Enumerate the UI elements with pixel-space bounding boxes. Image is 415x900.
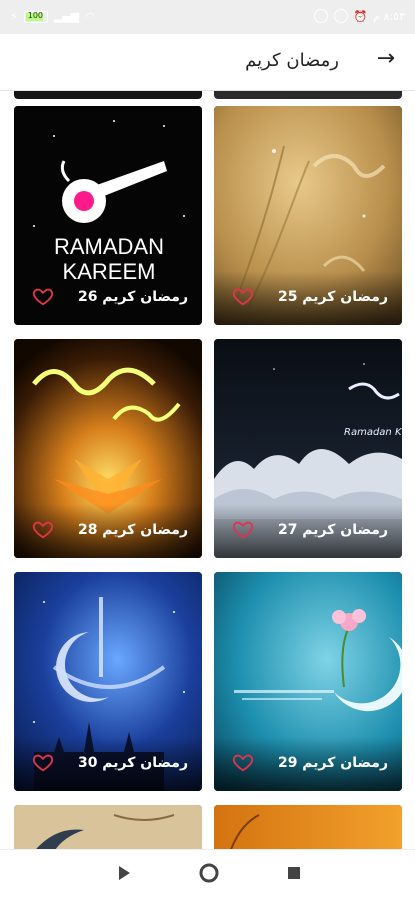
alarm-icon: ⏰ xyxy=(353,9,368,23)
sync-icon xyxy=(313,9,328,23)
page-title: رمضان كريم xyxy=(245,50,339,71)
wallpaper-card-32[interactable] xyxy=(214,805,402,851)
heart-icon[interactable] xyxy=(232,518,254,540)
clock-time: ٨:٥٣ م xyxy=(373,9,405,23)
wallpaper-card-26[interactable]: RAMADAN KAREEM رمضان كريم 26 xyxy=(14,106,202,325)
app-bar: رمضان كريم → xyxy=(0,34,415,91)
home-circle-icon[interactable] xyxy=(198,862,220,884)
heart-icon[interactable] xyxy=(32,751,54,773)
battery-icon: 100 xyxy=(23,10,48,23)
status-left: ⚡ 100 ▂▄▆ ◠ xyxy=(10,10,95,23)
card-label: رمضان كريم 29 xyxy=(277,755,388,771)
partial-card-top-left[interactable] xyxy=(14,91,202,99)
wallpaper-card-31[interactable] xyxy=(14,805,202,851)
card-label: رمضان كريم 25 xyxy=(277,289,388,305)
signal-icon: ▂▄▆ xyxy=(53,10,80,23)
system-navigation-bar xyxy=(0,849,415,900)
data-saver-icon xyxy=(333,9,348,23)
wallpaper-card-25[interactable]: رمضان كريم 25 xyxy=(214,106,402,325)
wallpaper-card-30[interactable]: رمضان كريم 30 xyxy=(14,572,202,791)
heart-icon[interactable] xyxy=(232,751,254,773)
card-label: رمضان كريم 26 xyxy=(77,289,188,305)
wallpaper-grid: رمضان كريم 25 RAMADAN KAREEM رمضان كريم … xyxy=(0,91,415,851)
wallpaper-card-29[interactable]: رمضان كريم 29 xyxy=(214,572,402,791)
back-triangle-icon[interactable] xyxy=(116,864,132,882)
card-label: رمضان كريم 30 xyxy=(77,755,188,771)
back-arrow-icon[interactable]: → xyxy=(377,46,395,71)
card-26-art-text: RAMADAN KAREEM xyxy=(53,234,164,284)
status-bar: ⚡ 100 ▂▄▆ ◠ ⏰ ٨:٥٣ م xyxy=(0,0,415,34)
heart-icon[interactable] xyxy=(32,285,54,307)
card-32-image xyxy=(214,805,402,851)
partial-card-top-right[interactable] xyxy=(214,91,402,99)
wallpaper-card-27[interactable]: Ramadan K رمضان كريم 27 xyxy=(214,339,402,558)
card-label: رمضان كريم 27 xyxy=(277,522,388,538)
recents-square-icon[interactable] xyxy=(286,865,302,881)
heart-icon[interactable] xyxy=(32,518,54,540)
charging-icon: ⚡ xyxy=(10,10,18,23)
wallpaper-card-28[interactable]: رمضان كريم 28 xyxy=(14,339,202,558)
card-27-art-text: Ramadan K xyxy=(344,427,402,438)
card-31-image xyxy=(14,805,202,851)
card-label: رمضان كريم 28 xyxy=(77,522,188,538)
status-right: ⏰ ٨:٥٣ م xyxy=(313,9,405,23)
battery-level: 100 xyxy=(27,10,44,20)
wifi-icon: ◠ xyxy=(85,10,95,23)
heart-icon[interactable] xyxy=(232,285,254,307)
